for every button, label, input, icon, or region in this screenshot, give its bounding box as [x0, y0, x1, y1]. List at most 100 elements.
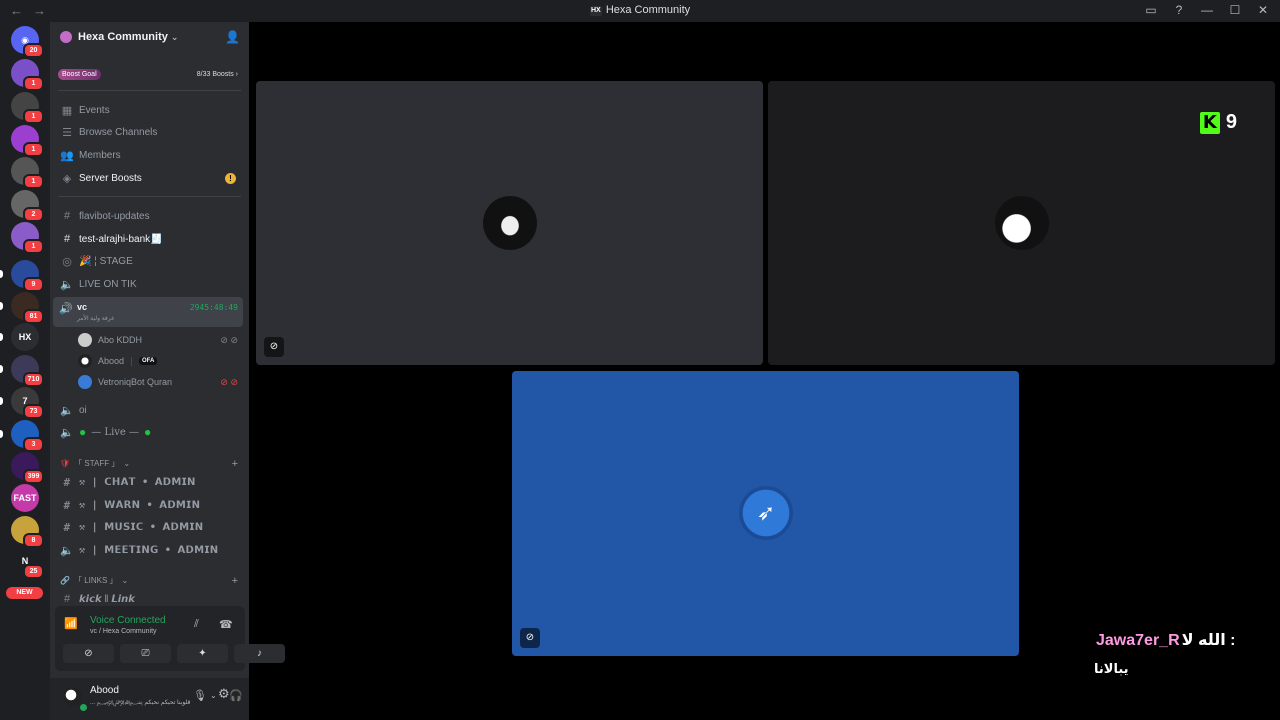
server-icon-13[interactable]: 399 [11, 452, 44, 484]
channel-live-on-tik[interactable]: 🔈 LIVE ON TIK [54, 274, 244, 294]
disconnect-icon[interactable]: ☎ [219, 618, 233, 631]
channel-live[interactable]: 🔈 ● — Live — ● [54, 422, 244, 442]
channel-chat-admin[interactable]: # ⚒ | 𝗖𝗛𝗔𝗧 • 𝗔𝗗𝗠𝗜𝗡 [54, 472, 244, 492]
mention-badge: 9 [23, 277, 44, 292]
boost-goal-bar[interactable]: Boost Goal 8/33 Boosts › [58, 67, 238, 81]
channel-vc-active[interactable]: 🔊 vc غرفة ولية الأمر 2945:48:49 [53, 297, 243, 327]
server-icon-12[interactable]: 3 [11, 420, 44, 452]
bot-logo-icon: ➶ [756, 500, 776, 525]
server-deafened-icon: ⊘ ⊘ [220, 376, 238, 387]
inbox-icon[interactable]: ▭ [1144, 3, 1158, 17]
nav-browse-channels[interactable]: ☰ Browse Channels [54, 122, 244, 142]
server-icon-10[interactable]: 710 [11, 355, 44, 387]
soundboard-button[interactable]: ♪ [234, 644, 285, 663]
activities-icon: ✦ [198, 648, 207, 659]
server-label: HX [18, 332, 32, 342]
voice-user[interactable]: Abo KDDH ⊘ ⊘ [78, 331, 242, 349]
mention-badge: 1 [23, 174, 44, 189]
camera-button[interactable]: ⊘ [63, 644, 114, 663]
invite-people-icon[interactable]: 👤 [225, 30, 240, 44]
server-icon-5[interactable]: 2 [11, 190, 44, 222]
add-channel-icon[interactable]: + [232, 575, 238, 587]
vc-status: غرفة ولية الأمر [77, 316, 115, 322]
avatar: ➶ [739, 486, 793, 540]
server-icon-2[interactable]: 1 [11, 92, 44, 124]
speaker-icon: 🔈 [60, 404, 74, 417]
channel-warn-admin[interactable]: # ⚒ | 𝗪𝗔𝗥𝗡 • 𝗔𝗗𝗠𝗜𝗡 [54, 495, 244, 515]
calendar-icon: ▦ [61, 104, 73, 117]
voice-actions: ⊘ ⎚ ✦ ♪ [63, 644, 285, 663]
online-status-icon [78, 702, 89, 713]
server-icon-8[interactable]: 81 [11, 292, 44, 324]
voice-status[interactable]: Voice Connected [90, 615, 166, 626]
mention-badge: 1 [23, 239, 44, 254]
browse-icon: ☰ [62, 126, 72, 139]
hashtag-icon: # [63, 475, 71, 489]
voice-location[interactable]: vc / Hexa Community [90, 628, 157, 635]
voice-user[interactable]: Abood ｜ OFA [78, 352, 242, 370]
boost-icon: ◈ [62, 172, 72, 185]
minimize-button[interactable]: — [1200, 3, 1214, 17]
boost-goal-label: Boost Goal [58, 68, 101, 80]
shield-icon: 🛡 [60, 459, 71, 468]
channel-oi[interactable]: 🔈 oi [54, 400, 244, 420]
close-button[interactable]: ✕ [1256, 3, 1270, 17]
unread-indicator [0, 270, 3, 278]
server-rail: ◉ 20 NEW 1 1 1 1 2 1 9 81 HX 710 7 73 3 399 FAST 8 N 25 [0, 22, 50, 720]
server-icon-16[interactable]: N 25 [11, 547, 44, 579]
help-icon[interactable]: ? [1172, 3, 1186, 17]
server-icon-3[interactable]: 1 [11, 125, 44, 157]
server-icon [60, 31, 72, 43]
server-header[interactable]: Hexa Community ⌄ 👤 [50, 22, 249, 52]
category-links[interactable]: 🔗 「 LINKS 」 ⌄ + [60, 575, 242, 587]
maximize-button[interactable]: ☐ [1228, 3, 1242, 17]
nav-events[interactable]: ▦ Events [54, 100, 244, 120]
noise-suppression-icon[interactable]: ⫽ [194, 618, 199, 631]
server-icon-1[interactable]: 1 [11, 59, 44, 91]
server-icon-4[interactable]: 1 [11, 157, 44, 189]
microphone-icon[interactable]: 🎙 [193, 689, 207, 702]
chevron-down-icon[interactable]: ⌄ [210, 691, 217, 700]
mention-badge: 3 [23, 437, 44, 452]
avatar [78, 333, 92, 347]
server-icon-15[interactable]: 8 [11, 516, 44, 548]
stream-overlay-text: يبالانا [1094, 661, 1129, 676]
channel-stage[interactable]: ◎ 🎉 ¦ STAGE [54, 251, 244, 271]
headphones-icon[interactable]: 🎧 [229, 689, 243, 702]
divider [58, 90, 241, 91]
server-icon-11[interactable]: 7 73 [11, 387, 44, 419]
server-icon-14[interactable]: FAST [11, 484, 39, 512]
signal-icon[interactable]: 📶 [64, 617, 78, 630]
screen-share-button[interactable]: ⎚ [120, 644, 171, 663]
server-icon-9[interactable]: HX [11, 323, 39, 351]
mention-badge: 1 [23, 109, 44, 124]
nav-server-boosts[interactable]: ◈ Server Boosts ! [54, 168, 244, 188]
channel-music-admin[interactable]: # ⚒ | 𝗠𝗨𝗦𝗜𝗖 • 𝗔𝗗𝗠𝗜𝗡 [54, 517, 244, 537]
user-tag: OFA [139, 357, 158, 365]
unread-indicator [0, 302, 3, 310]
nav-members[interactable]: 👥 Members [54, 145, 244, 165]
channel-flavibot-updates[interactable]: # flavibot-updates [54, 206, 244, 226]
home-button[interactable]: ◉ 20 [11, 26, 44, 58]
screen-share-icon: ⎚ [141, 648, 150, 659]
username[interactable]: Abood [90, 685, 119, 696]
mention-badge: 1 [23, 142, 44, 157]
category-staff[interactable]: 🛡 「 STAFF 」 ⌄ + [60, 458, 242, 470]
activities-button[interactable]: ✦ [177, 644, 228, 663]
camera-off-icon: ⊘ [84, 648, 93, 659]
settings-icon[interactable]: ⚙ [218, 685, 230, 703]
voice-user[interactable]: VetroniqBot Quran ⊘ ⊘ [78, 373, 242, 391]
speaker-icon: 🔈 [60, 543, 74, 557]
soundboard-icon: ♪ [257, 648, 262, 659]
speaker-icon: 🔈 [60, 426, 74, 439]
add-channel-icon[interactable]: + [232, 458, 238, 470]
video-tile-user-2[interactable]: K 9 [768, 81, 1275, 365]
server-icon-7[interactable]: 9 [11, 260, 44, 292]
channel-meeting-admin[interactable]: 🔈 ⚒ | 𝗠𝗘𝗘𝗧𝗜𝗡𝗚 • 𝗔𝗗𝗠𝗜𝗡 [54, 540, 244, 560]
chevron-down-icon: ⌄ [123, 459, 131, 468]
channel-test-alrajhi-bank[interactable]: # test-alrajhi-bank🧾 [54, 229, 244, 249]
video-tile-bot[interactable]: ➶ ⊘ [512, 371, 1019, 656]
voice-panel: 📶 Voice Connected vc / Hexa Community ⫽ … [55, 606, 285, 671]
video-tile-user-1[interactable]: ⊘ [256, 81, 763, 365]
server-icon-6[interactable]: 1 [11, 222, 44, 254]
